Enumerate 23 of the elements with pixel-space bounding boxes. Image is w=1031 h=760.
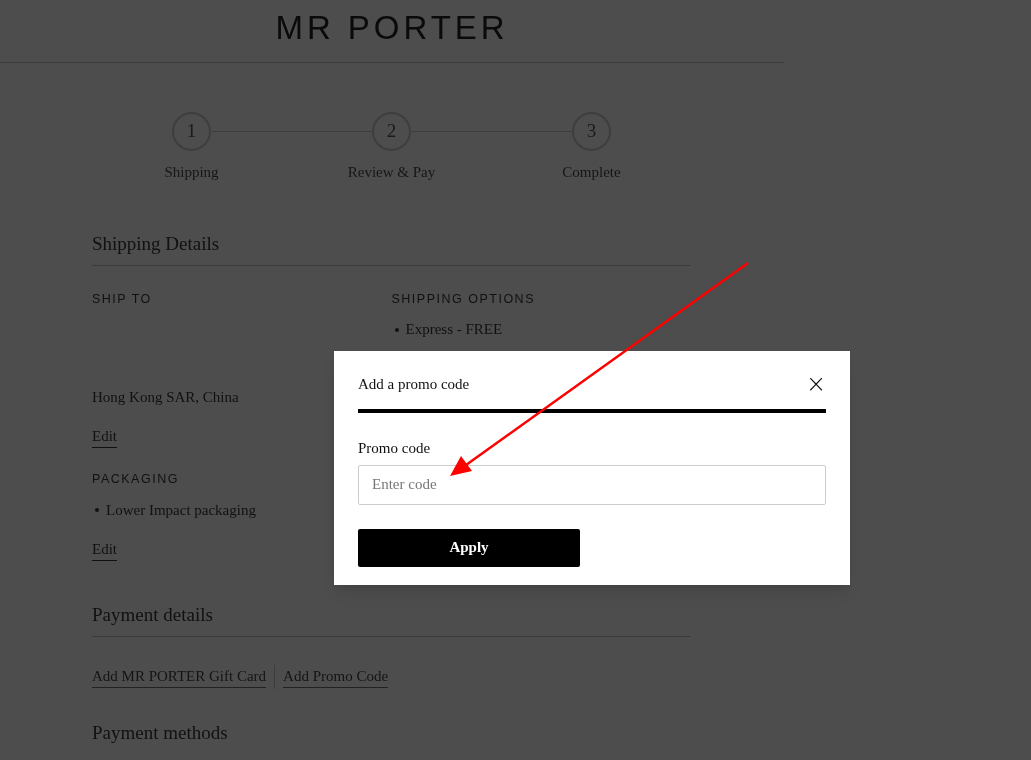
site-logo[interactable]: MR PORTER — [275, 10, 509, 44]
section-label: SHIPPING OPTIONS — [391, 290, 535, 308]
dialog-title: Add a promo code — [358, 374, 470, 394]
payment-link[interactable]: Add Promo Code — [283, 664, 389, 689]
close-button[interactable]: × — [805, 372, 826, 396]
packaging-option: Lower Impact packaging — [106, 499, 256, 522]
step-label: Shipping — [164, 163, 219, 182]
apply-button[interactable]: Apply — [358, 528, 580, 567]
edit-link[interactable]: Edit — [92, 424, 117, 449]
step-label: Complete — [562, 163, 621, 182]
section-label: SHIP TO — [92, 290, 152, 308]
shipping-option: Express - FREE — [405, 318, 503, 341]
edit-link[interactable]: Edit — [92, 537, 117, 561]
section-label: PACKAGING — [92, 471, 179, 489]
section-heading: Payment methods — [92, 720, 229, 745]
section-heading: Payment details — [92, 601, 691, 637]
bullet-icon — [394, 327, 399, 332]
field-label: Promo code — [358, 439, 432, 458]
address-text: Hong Kong SAR, China — [92, 388, 239, 408]
section-heading: Shipping Details — [92, 230, 691, 266]
bullet-icon — [95, 508, 99, 513]
payment-link[interactable]: Add MR PORTER Gift Card — [92, 664, 267, 689]
promo-code-field[interactable]: Enter code — [358, 464, 826, 505]
